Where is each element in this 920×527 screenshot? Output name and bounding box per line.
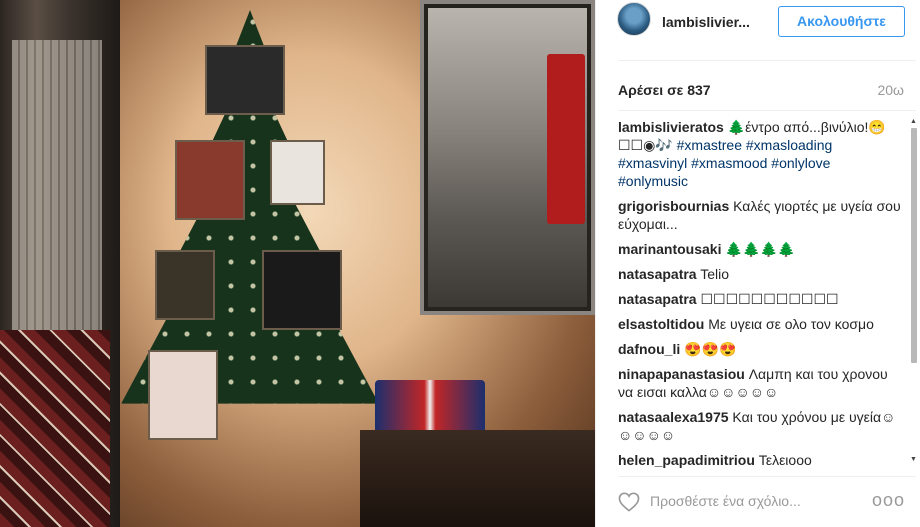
- comment-item: natasaalexa1975 Και του χρόνου με υγεία☺…: [618, 408, 904, 444]
- photo-vinyl-record: [270, 140, 325, 205]
- hashtag-link[interactable]: #xmasloading: [746, 137, 832, 153]
- photo-vinyl-record: [205, 45, 285, 115]
- hashtag-link[interactable]: #xmastree: [677, 137, 742, 153]
- post-header: lambislivier... Ακολουθήστε: [596, 0, 920, 60]
- comment-item: natasapatra Telio: [618, 265, 904, 283]
- post-side-panel: lambislivier... Ακολουθήστε Αρέσει σε 83…: [595, 0, 920, 527]
- post-timestamp[interactable]: 20ω: [877, 82, 904, 98]
- photo-red-bus: [547, 54, 585, 224]
- header-divider: [618, 60, 916, 61]
- comment-text: Με υγεια σε ολο τον κοσμο: [704, 316, 874, 332]
- comment-item: elsastoltidou Με υγεια σε ολο τον κοσμο: [618, 315, 904, 333]
- photo-vinyl-record: [175, 140, 245, 220]
- heart-icon[interactable]: [618, 492, 640, 512]
- comment-text: 🌲🌲🌲🌲: [721, 241, 796, 257]
- comment-author-link[interactable]: natasapatra: [618, 266, 697, 282]
- comment-author-link[interactable]: natasapatra: [618, 291, 697, 307]
- hashtag-link[interactable]: #onlylove: [771, 155, 830, 171]
- likes-count[interactable]: Αρέσει σε 837: [618, 82, 711, 98]
- photo-floor: [360, 430, 595, 527]
- comment-item: ninapapanastasiou Λαμπη και του χρονου ν…: [618, 365, 904, 401]
- photo-vinyl-record: [262, 250, 342, 330]
- follow-button[interactable]: Ακολουθήστε: [778, 6, 905, 37]
- comment-input[interactable]: [650, 490, 865, 512]
- comment-author-link[interactable]: elsastoltidou: [618, 316, 704, 332]
- comment-author-link[interactable]: grigorisbournias: [618, 198, 729, 214]
- photo-union-jack-box: [375, 380, 485, 435]
- comment-text: 😍😍😍: [680, 341, 737, 357]
- comment-item: marinantousaki 🌲🌲🌲🌲: [618, 240, 904, 258]
- comments-scrollbar[interactable]: ▲ ▼: [910, 118, 918, 463]
- comment-footer: ooo: [596, 476, 920, 527]
- comment-author-link[interactable]: dafnou_li: [618, 341, 680, 357]
- photo-window: [12, 40, 102, 370]
- comment-item: natasapatra ☐☐☐☐☐☐☐☐☐☐☐: [618, 290, 904, 308]
- more-options-button[interactable]: ooo: [872, 490, 905, 511]
- comment-author-link[interactable]: lambislivieratos: [618, 119, 724, 135]
- comment-text: ☐☐☐☐☐☐☐☐☐☐☐: [696, 291, 839, 307]
- hashtag-link[interactable]: #onlymusic: [618, 173, 688, 189]
- triangle-down-icon[interactable]: ▼: [910, 456, 917, 463]
- avatar[interactable]: [617, 2, 651, 36]
- photo-framed-picture: [420, 0, 595, 315]
- username-link[interactable]: lambislivier...: [662, 14, 750, 30]
- comment-item: grigorisbournias Καλές γιορτές με υγεία …: [618, 197, 904, 233]
- photo-vinyl-record: [148, 350, 218, 440]
- photo-armchair: [0, 330, 110, 527]
- comment-item: helen_papadimitriou Τελειοοο: [618, 451, 904, 469]
- comment-author-link[interactable]: marinantousaki: [618, 241, 721, 257]
- comment-text: Τελειοοο: [754, 452, 812, 468]
- comment-author-link[interactable]: natasaalexa1975: [618, 409, 729, 425]
- comments-list: lambislivieratos 🌲έντρο από...βινύλιο!😁 …: [618, 118, 904, 473]
- comment-author-link[interactable]: ninapapanastasiou: [618, 366, 745, 382]
- comment-item: lambislivieratos 🌲έντρο από...βινύλιο!😁 …: [618, 118, 904, 190]
- triangle-up-icon[interactable]: ▲: [910, 118, 917, 125]
- comment-item: dafnou_li 😍😍😍: [618, 340, 904, 358]
- photo-vinyl-record: [155, 250, 215, 320]
- stats-divider: [618, 110, 916, 111]
- comment-author-link[interactable]: helen_papadimitriou: [618, 452, 755, 468]
- scrollbar-thumb[interactable]: [911, 128, 917, 363]
- hashtag-link[interactable]: #xmasvinyl: [618, 155, 687, 171]
- hashtag-link[interactable]: #xmasmood: [691, 155, 767, 171]
- comment-text: Telio: [696, 266, 730, 282]
- post-photo[interactable]: [0, 0, 595, 527]
